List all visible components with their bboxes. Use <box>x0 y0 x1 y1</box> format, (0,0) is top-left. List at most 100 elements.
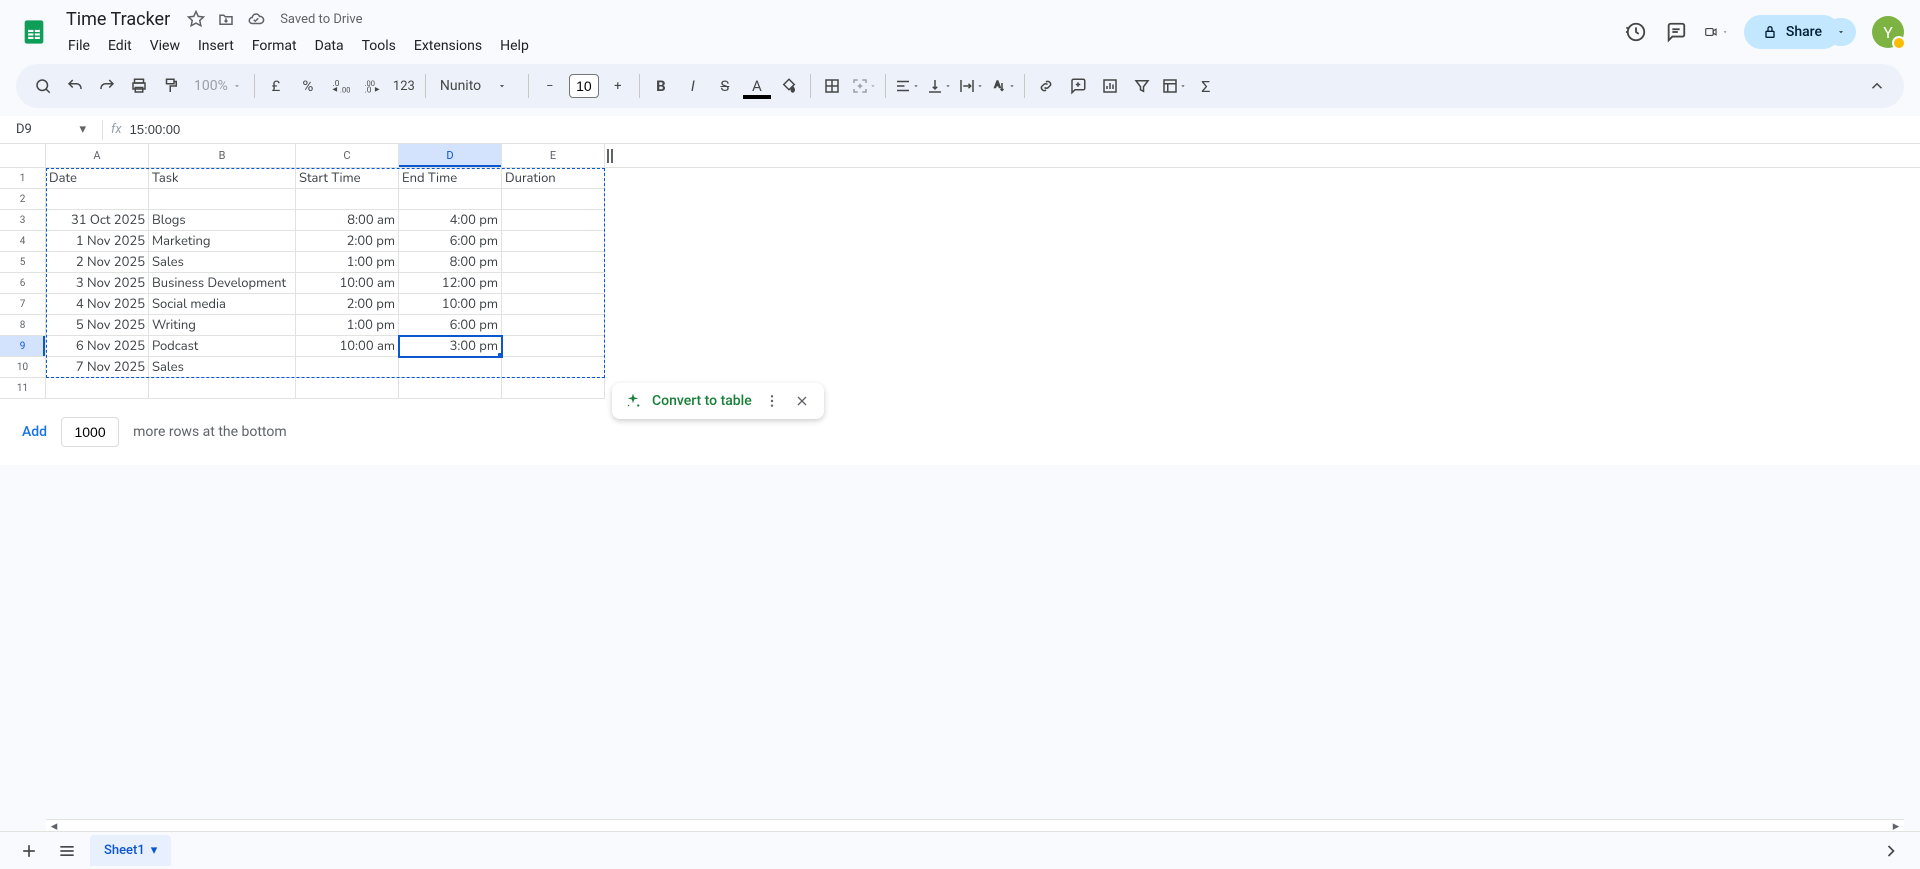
link-icon[interactable] <box>1031 71 1061 101</box>
row-header[interactable]: 6 <box>0 273 46 294</box>
menu-edit[interactable]: Edit <box>100 34 140 58</box>
cell[interactable]: 8:00 pm <box>399 252 502 273</box>
cell[interactable]: 7 Nov 2025 <box>46 357 149 378</box>
row-header[interactable]: 2 <box>0 189 46 210</box>
move-icon[interactable] <box>216 9 236 29</box>
col-header-C[interactable]: C <box>296 144 399 167</box>
wrap-icon[interactable] <box>956 71 986 101</box>
doc-title[interactable]: Time Tracker <box>60 7 176 32</box>
text-color-icon[interactable]: A <box>742 71 772 101</box>
merge-cells-icon[interactable] <box>849 71 879 101</box>
cell[interactable]: 1 Nov 2025 <box>46 231 149 252</box>
cell[interactable]: 10:00 am <box>296 273 399 294</box>
decrease-decimal-icon[interactable]: .0.00 <box>325 71 355 101</box>
format-123-icon[interactable]: 123 <box>389 71 419 101</box>
filter-icon[interactable] <box>1127 71 1157 101</box>
cell[interactable] <box>399 378 502 399</box>
cell[interactable]: End Time <box>399 168 502 189</box>
cell[interactable]: 2:00 pm <box>296 231 399 252</box>
share-dropdown[interactable] <box>1826 18 1856 46</box>
row-header[interactable]: 9 <box>0 336 46 357</box>
row-header[interactable]: 7 <box>0 294 46 315</box>
menu-extensions[interactable]: Extensions <box>406 34 490 58</box>
fill-color-icon[interactable] <box>774 71 804 101</box>
increase-decimal-icon[interactable]: .00.0 <box>357 71 387 101</box>
cell[interactable] <box>502 378 605 399</box>
cell[interactable]: Task <box>149 168 296 189</box>
strikethrough-icon[interactable]: S <box>710 71 740 101</box>
cell[interactable]: 4 Nov 2025 <box>46 294 149 315</box>
comments-icon[interactable] <box>1664 20 1688 44</box>
currency-icon[interactable]: £ <box>261 71 291 101</box>
col-header-E[interactable]: E <box>502 144 605 167</box>
sheet-tab[interactable]: Sheet1▾ <box>90 835 171 866</box>
functions-icon[interactable]: Σ <box>1191 71 1221 101</box>
sheets-logo[interactable] <box>16 14 52 50</box>
insert-chart-icon[interactable] <box>1095 71 1125 101</box>
col-header-A[interactable]: A <box>46 144 149 167</box>
name-box[interactable]: D9▾ <box>8 120 94 139</box>
menu-data[interactable]: Data <box>307 34 352 58</box>
menu-file[interactable]: File <box>60 34 98 58</box>
cell[interactable] <box>46 189 149 210</box>
add-rows-input[interactable] <box>61 417 119 447</box>
cell[interactable]: 4:00 pm <box>399 210 502 231</box>
cell[interactable]: Writing <box>149 315 296 336</box>
cell[interactable] <box>399 357 502 378</box>
select-all-corner[interactable] <box>0 144 46 167</box>
cell[interactable] <box>399 189 502 210</box>
add-sheet-icon[interactable] <box>14 836 44 866</box>
meet-icon[interactable] <box>1704 20 1728 44</box>
cell[interactable]: 8:00 am <box>296 210 399 231</box>
cell[interactable]: Podcast <box>149 336 296 357</box>
cell[interactable] <box>502 294 605 315</box>
convert-to-table-button[interactable]: Convert to table <box>652 393 752 409</box>
increase-font-icon[interactable]: + <box>603 71 633 101</box>
cell[interactable]: Marketing <box>149 231 296 252</box>
font-family-select[interactable]: Nunito <box>432 74 522 98</box>
cell[interactable] <box>502 315 605 336</box>
search-icon[interactable] <box>28 71 58 101</box>
close-icon[interactable] <box>792 391 812 411</box>
cell[interactable] <box>296 189 399 210</box>
cell[interactable] <box>502 210 605 231</box>
cell[interactable]: 12:00 pm <box>399 273 502 294</box>
avatar[interactable]: Y <box>1872 16 1904 48</box>
row-header[interactable]: 5 <box>0 252 46 273</box>
cell[interactable]: 2:00 pm <box>296 294 399 315</box>
valign-icon[interactable] <box>924 71 954 101</box>
cell[interactable]: 10:00 am <box>296 336 399 357</box>
font-size-input[interactable] <box>569 74 599 98</box>
history-icon[interactable] <box>1624 20 1648 44</box>
cloud-saved-icon[interactable] <box>246 9 266 29</box>
cell[interactable]: 5 Nov 2025 <box>46 315 149 336</box>
cell[interactable]: Blogs <box>149 210 296 231</box>
collapse-toolbar-icon[interactable] <box>1862 71 1892 101</box>
col-resize-handle[interactable] <box>605 144 615 167</box>
col-header-D[interactable]: D <box>399 144 502 167</box>
menu-help[interactable]: Help <box>492 34 537 58</box>
cell[interactable]: 1:00 pm <box>296 252 399 273</box>
row-header[interactable]: 1 <box>0 168 46 189</box>
cell[interactable]: Date <box>46 168 149 189</box>
rotate-text-icon[interactable]: A <box>988 71 1018 101</box>
cell[interactable] <box>502 273 605 294</box>
cell[interactable] <box>149 189 296 210</box>
star-icon[interactable] <box>186 9 206 29</box>
more-options-icon[interactable] <box>762 391 782 411</box>
cell[interactable] <box>149 378 296 399</box>
cell[interactable]: Duration <box>502 168 605 189</box>
cell[interactable]: Sales <box>149 357 296 378</box>
undo-icon[interactable] <box>60 71 90 101</box>
row-header[interactable]: 8 <box>0 315 46 336</box>
row-header[interactable]: 3 <box>0 210 46 231</box>
cell[interactable] <box>296 357 399 378</box>
cell[interactable]: 2 Nov 2025 <box>46 252 149 273</box>
halign-icon[interactable] <box>892 71 922 101</box>
cell[interactable]: 31 Oct 2025 <box>46 210 149 231</box>
menu-tools[interactable]: Tools <box>354 34 404 58</box>
cell[interactable]: 3 Nov 2025 <box>46 273 149 294</box>
cell[interactable]: Start Time <box>296 168 399 189</box>
row-header[interactable]: 10 <box>0 357 46 378</box>
cell[interactable]: Sales <box>149 252 296 273</box>
